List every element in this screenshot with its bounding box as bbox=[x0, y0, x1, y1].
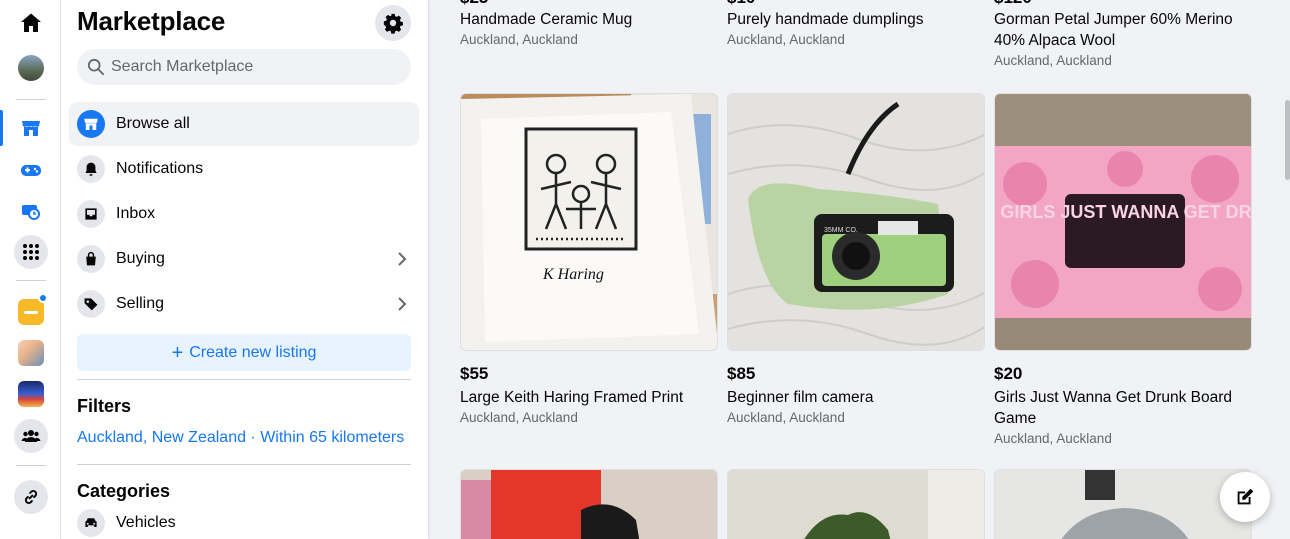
settings-icon bbox=[383, 13, 403, 34]
nav-selling[interactable]: Selling bbox=[69, 282, 419, 326]
tag-icon bbox=[77, 290, 105, 318]
create-listing-button[interactable]: + Create new listing bbox=[77, 334, 411, 371]
image-text: THE GIRLS JUST WANNA GET DRUNK bbox=[995, 202, 1252, 222]
compose-icon bbox=[1237, 488, 1254, 505]
groups-icon[interactable] bbox=[14, 419, 48, 453]
search-input[interactable] bbox=[111, 58, 391, 76]
notification-dot bbox=[38, 293, 48, 303]
listing-location: Auckland, Auckland bbox=[727, 410, 845, 425]
listing-location: Auckland, Auckland bbox=[994, 53, 1112, 68]
listing-image bbox=[460, 469, 718, 539]
nav-label: Inbox bbox=[116, 205, 156, 222]
active-indicator bbox=[0, 110, 3, 146]
listing-card[interactable]: $10 Purely handmade dumplings Auckland, … bbox=[727, 0, 985, 47]
shortcut-group-3[interactable] bbox=[14, 377, 48, 411]
divider bbox=[77, 379, 411, 380]
marketplace-sidebar: Marketplace Browse all Notifications Inb… bbox=[61, 0, 428, 539]
categories-heading: Categories bbox=[77, 481, 171, 501]
listing-price: $85 bbox=[727, 364, 756, 383]
listing-title: Gorman Petal Jumper 60% Merino 40% Alpac… bbox=[994, 11, 1233, 49]
listing-price: $25 bbox=[460, 0, 718, 8]
listing-card[interactable]: K Haring $55 Large Keith Haring Framed P… bbox=[460, 93, 718, 425]
listing-title: Beginner film camera bbox=[727, 389, 874, 406]
listing-title: Large Keith Haring Framed Print bbox=[460, 389, 684, 406]
listing-price: $120 bbox=[994, 0, 1252, 8]
listing-card[interactable]: $120 Gorman Petal Jumper 60% Merino 40% … bbox=[994, 0, 1252, 68]
listing-card[interactable]: $25 Handmade Ceramic Mug Auckland, Auckl… bbox=[460, 0, 718, 47]
page-title: Marketplace bbox=[77, 6, 226, 36]
profile-avatar[interactable] bbox=[14, 51, 48, 85]
listing-title: Purely handmade dumplings bbox=[727, 11, 924, 28]
listing-image-film-camera: 35MM CO. bbox=[727, 93, 985, 351]
listings-feed: $25 Handmade Ceramic Mug Auckland, Auckl… bbox=[428, 0, 1290, 539]
nav-label: Notifications bbox=[116, 160, 204, 177]
listing-card[interactable] bbox=[727, 469, 985, 539]
inbox-icon bbox=[77, 200, 105, 228]
watch-icon[interactable] bbox=[14, 194, 48, 228]
scrollbar-thumb[interactable] bbox=[1285, 100, 1290, 180]
listing-image bbox=[727, 469, 985, 539]
home-icon[interactable] bbox=[14, 6, 48, 40]
listing-price: $20 bbox=[994, 364, 1023, 383]
marketplace-icon bbox=[77, 110, 105, 138]
marketplace-icon[interactable] bbox=[14, 111, 48, 145]
listing-title: Handmade Ceramic Mug bbox=[460, 11, 633, 28]
filters-heading: Filters bbox=[77, 396, 132, 416]
image-text: 35MM CO. bbox=[824, 227, 858, 234]
listing-location: Auckland, Auckland bbox=[994, 431, 1112, 446]
location-filter-link[interactable]: Auckland, New Zealand · Within 65 kilome… bbox=[77, 429, 404, 447]
divider bbox=[77, 464, 411, 465]
bell-icon bbox=[77, 155, 105, 183]
chevron-right-icon bbox=[398, 297, 407, 311]
search-icon bbox=[87, 58, 105, 76]
nav-inbox[interactable]: Inbox bbox=[69, 192, 419, 236]
gaming-icon[interactable] bbox=[14, 153, 48, 187]
nav-label: Vehicles bbox=[116, 514, 176, 531]
listing-card[interactable]: 35MM CO. $85 Beginner film camera Auckla… bbox=[727, 93, 985, 425]
listing-card[interactable] bbox=[460, 469, 718, 539]
listing-title: Girls Just Wanna Get Drunk Board Game bbox=[994, 389, 1233, 427]
listing-image-board-game: THE GIRLS JUST WANNA GET DRUNK bbox=[994, 93, 1252, 351]
listing-location: Auckland, Auckland bbox=[460, 32, 578, 47]
chevron-right-icon bbox=[398, 252, 407, 266]
link-icon[interactable] bbox=[14, 480, 48, 514]
plus-icon: + bbox=[171, 341, 184, 364]
create-listing-label: Create new listing bbox=[189, 343, 317, 361]
settings-button[interactable] bbox=[375, 5, 411, 41]
shortcut-group-2[interactable] bbox=[14, 336, 48, 370]
listing-card[interactable]: THE GIRLS JUST WANNA GET DRUNK $20 Girls… bbox=[994, 93, 1252, 446]
car-icon bbox=[77, 509, 105, 537]
search-bar[interactable] bbox=[77, 49, 411, 85]
nav-notifications[interactable]: Notifications bbox=[69, 147, 419, 191]
shortcut-yellow-group[interactable] bbox=[14, 293, 48, 329]
compose-button[interactable] bbox=[1220, 472, 1270, 522]
apps-icon[interactable] bbox=[14, 235, 48, 269]
listing-image-keith-haring-print: K Haring bbox=[460, 93, 718, 351]
listing-price: $10 bbox=[727, 0, 985, 8]
category-vehicles[interactable]: Vehicles bbox=[69, 501, 419, 539]
listing-image bbox=[994, 469, 1252, 539]
shopping-bag-icon bbox=[77, 245, 105, 273]
nav-buying[interactable]: Buying bbox=[69, 237, 419, 281]
nav-label: Buying bbox=[116, 250, 165, 267]
listing-card[interactable] bbox=[994, 469, 1252, 539]
listing-location: Auckland, Auckland bbox=[727, 32, 845, 47]
nav-browse-all[interactable]: Browse all bbox=[69, 102, 419, 146]
left-rail bbox=[0, 0, 61, 539]
nav-label: Browse all bbox=[116, 115, 190, 132]
listing-location: Auckland, Auckland bbox=[460, 410, 578, 425]
nav-label: Selling bbox=[116, 295, 165, 312]
listing-price: $55 bbox=[460, 364, 489, 383]
image-text: K Haring bbox=[542, 266, 604, 283]
